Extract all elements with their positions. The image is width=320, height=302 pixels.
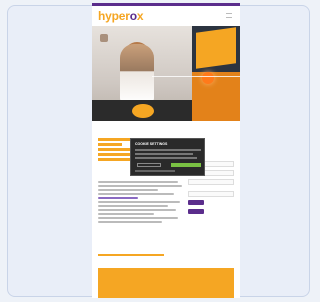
cup-icon (100, 34, 108, 42)
logo-part1: hyper (98, 9, 130, 23)
hero-person (120, 44, 154, 104)
hero-divider-line (152, 76, 240, 77)
form-field-3[interactable] (188, 179, 234, 185)
menu-icon[interactable] (226, 13, 232, 18)
top-bar (92, 3, 240, 6)
cookie-text-line (135, 153, 193, 155)
orange-banner (98, 268, 234, 298)
web-page: hyperox COOKIE SETTINGS (92, 3, 240, 298)
section-title (98, 254, 164, 256)
cookie-dialog: COOKIE SETTINGS (130, 138, 205, 176)
cookie-text-line (135, 149, 201, 151)
logo-part3: x (136, 9, 144, 23)
cookie-text-line (135, 157, 197, 159)
hero-image (92, 26, 240, 121)
hero-orange-top (196, 27, 236, 69)
form-submit-button[interactable] (188, 200, 204, 205)
site-logo[interactable]: hyperox (98, 9, 144, 23)
cookie-settings-button[interactable] (137, 163, 161, 167)
cookie-accept-button[interactable] (171, 163, 201, 167)
hero-glow-dot (202, 72, 214, 84)
form-secondary-button[interactable] (188, 209, 204, 214)
body-text (98, 181, 184, 225)
cookie-dialog-title: COOKIE SETTINGS (135, 142, 168, 146)
hero-lamp (132, 104, 154, 118)
form-field-4[interactable] (188, 191, 234, 197)
hero-orange-bottom (192, 72, 240, 121)
cookie-option-line (135, 170, 175, 172)
logo-part2: o (129, 9, 137, 23)
